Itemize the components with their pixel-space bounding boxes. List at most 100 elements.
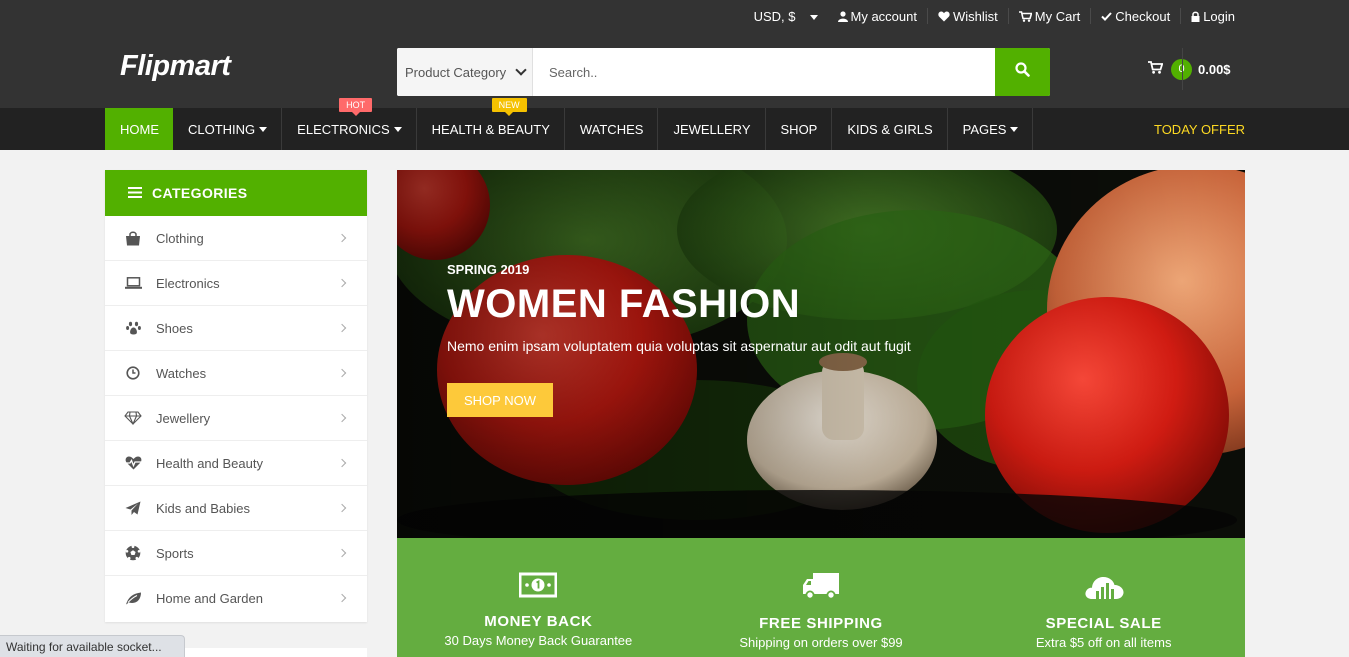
- my-account-label: My account: [850, 8, 917, 24]
- cart-total: 0.00$: [1198, 61, 1231, 77]
- truck-icon: [802, 572, 840, 605]
- search-icon: [1015, 62, 1030, 82]
- category-label: Electronics: [156, 275, 220, 291]
- nav-item-pages[interactable]: PAGES: [948, 108, 1034, 150]
- chevron-right-icon: [337, 458, 347, 468]
- nav-item-label: HEALTH & BEAUTY: [431, 121, 550, 137]
- info-subtitle: Shipping on orders over $99: [739, 635, 903, 650]
- nav-item-jewellery[interactable]: JEWELLERY: [658, 108, 766, 150]
- check-icon: [1101, 11, 1113, 21]
- category-item-watches[interactable]: Watches: [105, 351, 367, 396]
- list-icon: [128, 185, 152, 201]
- leaf-icon: [124, 590, 142, 608]
- hero-banner: SPRING 2019 WOMEN FASHION Nemo enim ipsa…: [397, 170, 1245, 538]
- nav-item-label: ELECTRONICS: [297, 121, 390, 137]
- category-item-jewellery[interactable]: Jewellery: [105, 396, 367, 441]
- logo[interactable]: Flipmart: [120, 50, 231, 83]
- info-title: FREE SHIPPING: [759, 615, 883, 632]
- hero-kicker: SPRING 2019: [447, 262, 530, 277]
- category-label: Health and Beauty: [156, 455, 263, 471]
- today-offer-link[interactable]: TODAY OFFER: [1154, 108, 1245, 150]
- top-bar: USD, $ My account Wishlist My Cart Check…: [0, 0, 1349, 32]
- nav-item-home[interactable]: HOME: [105, 108, 173, 150]
- search-input[interactable]: [533, 48, 995, 96]
- product-category-select[interactable]: Product Category: [397, 48, 533, 96]
- currency-select[interactable]: USD, $: [754, 9, 828, 24]
- cloud-chart-icon: [1084, 572, 1124, 605]
- shopping-bag-icon: [124, 229, 142, 247]
- chevron-right-icon: [337, 278, 347, 288]
- chevron-right-icon: [337, 368, 347, 378]
- cart-icon: [1148, 61, 1164, 77]
- info-subtitle: Extra $5 off on all items: [1035, 635, 1172, 650]
- chevron-right-icon: [337, 593, 347, 603]
- money-icon: [518, 572, 558, 603]
- nav-item-label: CLOTHING: [188, 121, 256, 137]
- caret-down-icon: [259, 126, 268, 132]
- my-cart-link[interactable]: My Cart: [1007, 8, 1091, 24]
- nav-item-clothing[interactable]: CLOTHING: [173, 108, 283, 150]
- chevron-right-icon: [337, 503, 347, 513]
- login-link[interactable]: Login: [1180, 8, 1245, 24]
- wishlist-link[interactable]: Wishlist: [926, 8, 1008, 24]
- hero-background-image: [397, 170, 1245, 538]
- login-label: Login: [1203, 8, 1235, 24]
- nav-item-shop[interactable]: SHOP: [766, 108, 833, 150]
- cart-divider: [1182, 48, 1183, 90]
- search-button[interactable]: [995, 48, 1050, 96]
- my-account-link[interactable]: My account: [828, 8, 927, 24]
- chevron-right-icon: [337, 323, 347, 333]
- category-label: Clothing: [156, 230, 204, 246]
- category-label: Home and Garden: [156, 591, 263, 606]
- checkout-label: Checkout: [1115, 8, 1171, 24]
- categories-title: CATEGORIES: [152, 185, 248, 201]
- nav-item-label: WATCHES: [579, 121, 644, 137]
- new-badge: NEW: [491, 98, 527, 116]
- heart-icon: [938, 11, 950, 22]
- currency-label: USD, $: [753, 8, 796, 24]
- category-item-home-garden[interactable]: Home and Garden: [105, 576, 367, 621]
- hero-title: WOMEN FASHION: [447, 282, 801, 326]
- info-subtitle: 30 Days Money Back Guarantee: [444, 633, 633, 648]
- main-nav: HOME CLOTHING HOT ELECTRONICS NEW HEALTH…: [0, 98, 1349, 150]
- paw-icon: [124, 319, 142, 337]
- caret-down-icon: [393, 126, 402, 132]
- nav-item-electronics[interactable]: HOT ELECTRONICS: [282, 98, 417, 150]
- chevron-down-icon: [809, 14, 818, 20]
- info-free-shipping: FREE SHIPPING Shipping on orders over $9…: [680, 538, 963, 657]
- my-cart-label: My Cart: [1034, 8, 1081, 24]
- nav-item-label: PAGES: [962, 121, 1007, 137]
- categories-header: CATEGORIES: [105, 170, 367, 216]
- caret-down-icon: [1010, 126, 1019, 132]
- info-special-sale: SPECIAL SALE Extra $5 off on all items: [962, 538, 1245, 657]
- user-icon: [837, 10, 848, 22]
- laptop-icon: [124, 274, 142, 292]
- shop-now-button[interactable]: SHOP NOW: [447, 383, 553, 417]
- category-item-clothing[interactable]: Clothing: [105, 216, 367, 261]
- nav-item-health-beauty[interactable]: NEW HEALTH & BEAUTY: [417, 98, 565, 150]
- category-item-shoes[interactable]: Shoes: [105, 306, 367, 351]
- nav-item-label: HOME: [120, 121, 159, 137]
- categories-sidebar: CATEGORIES Clothing Electronics Shoes Wa…: [105, 170, 367, 622]
- hero-description: Nemo enim ipsam voluptatem quia voluptas…: [447, 338, 911, 354]
- nav-item-label: KIDS & GIRLS: [847, 121, 933, 137]
- nav-item-watches[interactable]: WATCHES: [565, 108, 659, 150]
- category-label: Watches: [156, 365, 207, 381]
- nav-item-label: SHOP: [780, 121, 818, 137]
- diamond-icon: [124, 409, 142, 427]
- cart-summary[interactable]: 0 0.00$: [1148, 48, 1231, 90]
- soccer-ball-icon: [124, 544, 142, 562]
- wishlist-label: Wishlist: [952, 8, 998, 24]
- header: Flipmart Product Category 0 0.00$: [0, 32, 1349, 108]
- category-label: Shoes: [156, 320, 193, 336]
- info-money-back: MONEY BACK 30 Days Money Back Guarantee: [397, 538, 680, 657]
- category-item-health-beauty[interactable]: Health and Beauty: [105, 441, 367, 486]
- paper-plane-icon: [124, 499, 142, 517]
- nav-item-kids-girls[interactable]: KIDS & GIRLS: [832, 108, 948, 150]
- category-label: Kids and Babies: [156, 500, 250, 516]
- info-strip: MONEY BACK 30 Days Money Back Guarantee …: [397, 538, 1245, 657]
- checkout-link[interactable]: Checkout: [1090, 8, 1180, 24]
- category-item-sports[interactable]: Sports: [105, 531, 367, 576]
- category-item-kids-babies[interactable]: Kids and Babies: [105, 486, 367, 531]
- category-item-electronics[interactable]: Electronics: [105, 261, 367, 306]
